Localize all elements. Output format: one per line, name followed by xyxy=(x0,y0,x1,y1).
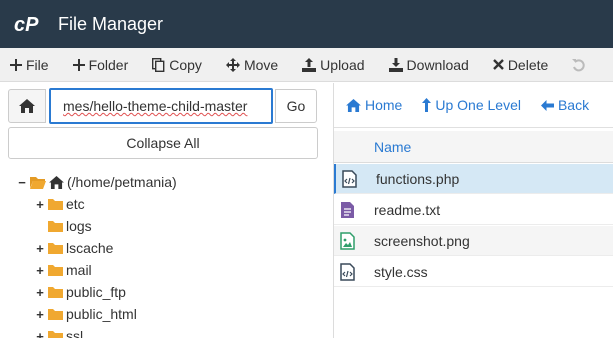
tree-root[interactable]: − (/home/petmania) xyxy=(16,171,177,193)
svg-text:cP: cP xyxy=(14,14,39,35)
collapse-toggle[interactable]: − xyxy=(16,175,28,190)
restore-button[interactable] xyxy=(572,58,590,72)
left-panel: mes/hello-theme-child-master Go Collapse… xyxy=(0,83,333,338)
tree-item-label: etc xyxy=(66,196,85,212)
new-file-button[interactable]: File xyxy=(10,57,49,73)
code-file-icon xyxy=(342,170,357,191)
move-button[interactable]: Move xyxy=(225,56,279,73)
folder-icon xyxy=(48,198,63,210)
folder-icon xyxy=(48,330,63,338)
upload-button[interactable]: Upload xyxy=(302,56,365,73)
directory-nav: Home Up One Level Back xyxy=(334,83,613,127)
delete-label: Delete xyxy=(507,56,549,73)
cpanel-logo-icon[interactable]: cP xyxy=(14,12,46,36)
copy-label: Copy xyxy=(169,56,202,73)
name-column-header[interactable]: Name xyxy=(374,139,411,155)
text-file-icon xyxy=(340,201,355,222)
right-panel: Home Up One Level Back Name functions.ph… xyxy=(334,83,613,338)
file-name: screenshot.png xyxy=(374,233,470,249)
new-folder-label: Folder xyxy=(88,56,129,73)
path-input-value: mes/hello-theme-child-master xyxy=(63,98,248,114)
folder-open-icon xyxy=(30,176,46,189)
collapse-all-button[interactable]: Collapse All xyxy=(8,127,318,159)
expand-toggle[interactable]: + xyxy=(34,241,46,256)
arrow-left-icon xyxy=(540,99,554,111)
delete-button[interactable]: Delete xyxy=(492,56,549,73)
folder-icon xyxy=(48,286,63,298)
copy-button[interactable]: Copy xyxy=(152,57,202,73)
upload-icon xyxy=(302,57,317,72)
tree-item-label: logs xyxy=(66,218,92,234)
download-label: Download xyxy=(406,56,469,73)
nav-home-label: Home xyxy=(365,97,403,113)
expand-toggle[interactable]: + xyxy=(34,329,46,338)
back-label: Back xyxy=(557,97,590,113)
folder-icon xyxy=(48,242,63,254)
move-icon xyxy=(225,57,240,72)
up-one-level-label: Up One Level xyxy=(435,97,521,113)
plus-icon xyxy=(10,58,22,71)
nav-home-button[interactable]: Home xyxy=(346,97,402,113)
arrow-up-icon xyxy=(422,98,432,112)
tree-item-label: public_ftp xyxy=(66,284,126,300)
file-row[interactable]: readme.txt xyxy=(334,195,613,225)
app-header: cP File Manager xyxy=(0,0,613,48)
tree-item-etc[interactable]: + etc xyxy=(34,193,85,215)
file-name: functions.php xyxy=(376,171,460,187)
tree-item-ssl[interactable]: + ssl xyxy=(34,325,83,338)
app-title: File Manager xyxy=(58,13,164,34)
file-name: readme.txt xyxy=(374,202,441,218)
expand-toggle[interactable]: + xyxy=(34,197,46,212)
file-row[interactable]: screenshot.png xyxy=(334,226,613,256)
toolbar: File Folder Copy Move Upload Download De… xyxy=(0,48,613,82)
home-dir-button[interactable] xyxy=(8,89,46,123)
up-one-level-button[interactable]: Up One Level xyxy=(422,97,521,113)
folder-icon xyxy=(48,220,63,232)
home-icon xyxy=(19,99,35,113)
tree-root-label: (/home/petmania) xyxy=(67,174,177,190)
path-input[interactable]: mes/hello-theme-child-master xyxy=(49,88,273,124)
home-icon xyxy=(49,175,64,189)
tree-item-public-ftp[interactable]: + public_ftp xyxy=(34,281,126,303)
file-row[interactable]: functions.php xyxy=(334,164,613,194)
move-label: Move xyxy=(243,56,279,73)
code-file-icon xyxy=(340,263,355,284)
folder-icon xyxy=(48,264,63,276)
copy-icon xyxy=(152,57,165,72)
close-icon xyxy=(492,59,504,70)
new-file-label: File xyxy=(26,56,49,73)
plus-icon xyxy=(72,58,85,71)
tree-item-label: public_html xyxy=(66,306,137,322)
home-icon xyxy=(346,98,361,112)
tree-item-public-html[interactable]: + public_html xyxy=(34,303,137,325)
download-button[interactable]: Download xyxy=(388,56,469,73)
download-icon xyxy=(388,57,403,72)
upload-label: Upload xyxy=(320,56,365,73)
tree-item-logs[interactable]: logs xyxy=(34,215,92,237)
expand-toggle[interactable]: + xyxy=(34,285,46,300)
nav-separator xyxy=(334,127,613,128)
expand-toggle[interactable]: + xyxy=(34,307,46,322)
image-file-icon xyxy=(340,232,355,253)
undo-icon xyxy=(572,58,585,71)
tree-item-mail[interactable]: + mail xyxy=(34,259,92,281)
folder-icon xyxy=(48,308,63,320)
tree-item-label: ssl xyxy=(66,328,84,338)
tree-item-label: lscache xyxy=(66,240,114,256)
tree-item-lscache[interactable]: + lscache xyxy=(34,237,113,259)
file-row[interactable]: style.css xyxy=(334,257,613,287)
go-button[interactable]: Go xyxy=(275,89,317,123)
new-folder-button[interactable]: Folder xyxy=(72,56,129,73)
expand-toggle[interactable]: + xyxy=(34,263,46,278)
file-name: style.css xyxy=(374,264,428,280)
file-list-header: Name xyxy=(334,131,613,163)
back-button[interactable]: Back xyxy=(540,97,590,113)
tree-item-label: mail xyxy=(66,262,92,278)
